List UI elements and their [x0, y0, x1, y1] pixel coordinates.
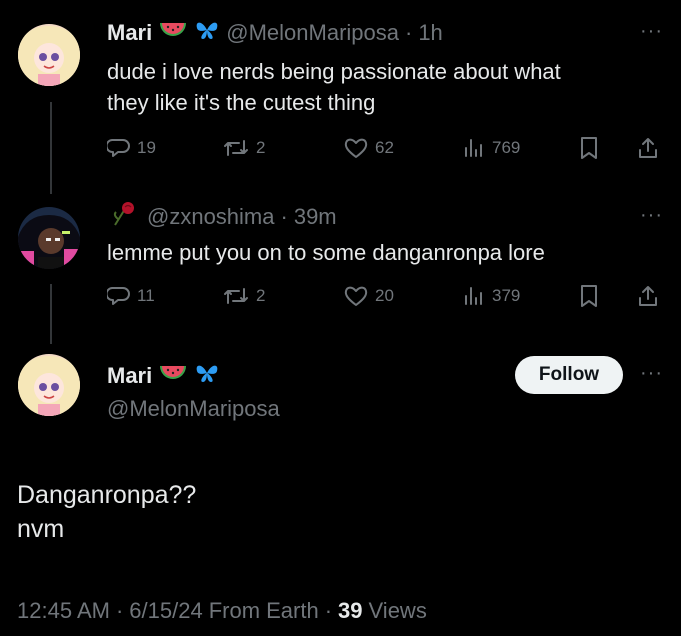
timestamp[interactable]: 39m: [294, 204, 337, 230]
reply-count: 19: [137, 138, 156, 157]
reply-button[interactable]: 11: [107, 284, 155, 308]
author-handle[interactable]: @zxnoshima: [147, 204, 275, 230]
author-handle[interactable]: @MelonMariposa: [107, 396, 280, 422]
timestamp[interactable]: 1h: [418, 20, 442, 46]
reply-count: 11: [137, 286, 155, 305]
more-options-icon[interactable]: ···: [640, 20, 663, 43]
retweet-button[interactable]: 2: [222, 136, 265, 160]
tweet-text-line: they like it's the cutest thing: [107, 90, 376, 115]
post-time[interactable]: 12:45 AM: [17, 598, 110, 624]
retweet-count: 2: [256, 286, 266, 305]
tweet-text-line: dude i love nerds being passionate about…: [107, 59, 561, 84]
author-name[interactable]: Mari: [107, 20, 152, 46]
more-options-icon[interactable]: ···: [640, 362, 663, 385]
separator: ·: [115, 598, 124, 623]
tweet-text: lemme put you on to some danganronpa lor…: [107, 240, 545, 265]
avatar[interactable]: [18, 354, 80, 416]
retweet-icon: [224, 288, 248, 304]
views-count: 379: [492, 286, 521, 305]
bookmark-button[interactable]: [578, 284, 600, 308]
heart-icon: [344, 286, 368, 306]
like-count: 62: [375, 138, 394, 157]
separator: ·: [280, 203, 288, 229]
like-count: 20: [375, 286, 394, 305]
post-date[interactable]: 6/15/24: [129, 598, 202, 624]
thread-line-1: [50, 102, 52, 194]
like-button[interactable]: 20: [343, 284, 394, 308]
bookmark-icon: [581, 137, 597, 159]
share-button[interactable]: [636, 284, 660, 308]
thread-line-2: [50, 284, 52, 344]
heart-icon: [344, 138, 368, 158]
more-options-icon[interactable]: ···: [640, 204, 663, 227]
reply-icon: [107, 139, 130, 157]
tweet-text-line: nvm: [17, 515, 65, 543]
tweet-text-line: Danganronpa??: [17, 481, 197, 509]
retweet-button[interactable]: 2: [222, 284, 265, 308]
views-button[interactable]: 379: [462, 284, 520, 308]
watermelon-icon: [158, 362, 188, 389]
retweet-count: 2: [256, 138, 266, 157]
views-icon: [465, 139, 482, 157]
like-button[interactable]: 62: [343, 136, 394, 160]
reply-icon: [107, 287, 130, 305]
views-button[interactable]: 769: [462, 136, 520, 160]
watermelon-icon: [158, 19, 188, 46]
author-name[interactable]: Mari: [107, 363, 152, 389]
share-icon: [639, 138, 657, 158]
views-label: Views: [368, 598, 427, 623]
post-source: From Earth: [208, 598, 319, 623]
avatar[interactable]: [18, 207, 80, 269]
rose-icon: [107, 201, 141, 232]
separator: ·: [324, 598, 333, 623]
separator: ·: [404, 19, 413, 45]
butterfly-icon: [194, 19, 220, 46]
bookmark-button[interactable]: [578, 136, 600, 160]
views-icon: [465, 287, 482, 305]
butterfly-icon: [194, 362, 220, 389]
avatar[interactable]: [18, 24, 80, 86]
views-count: 39: [338, 598, 363, 623]
share-button[interactable]: [636, 136, 660, 160]
retweet-icon: [224, 140, 248, 156]
reply-button[interactable]: 19: [107, 136, 156, 160]
share-icon: [639, 286, 657, 306]
author-handle[interactable]: @MelonMariposa: [226, 20, 399, 46]
bookmark-icon: [581, 285, 597, 307]
views-count: 769: [492, 138, 521, 157]
follow-button[interactable]: Follow: [515, 356, 623, 394]
